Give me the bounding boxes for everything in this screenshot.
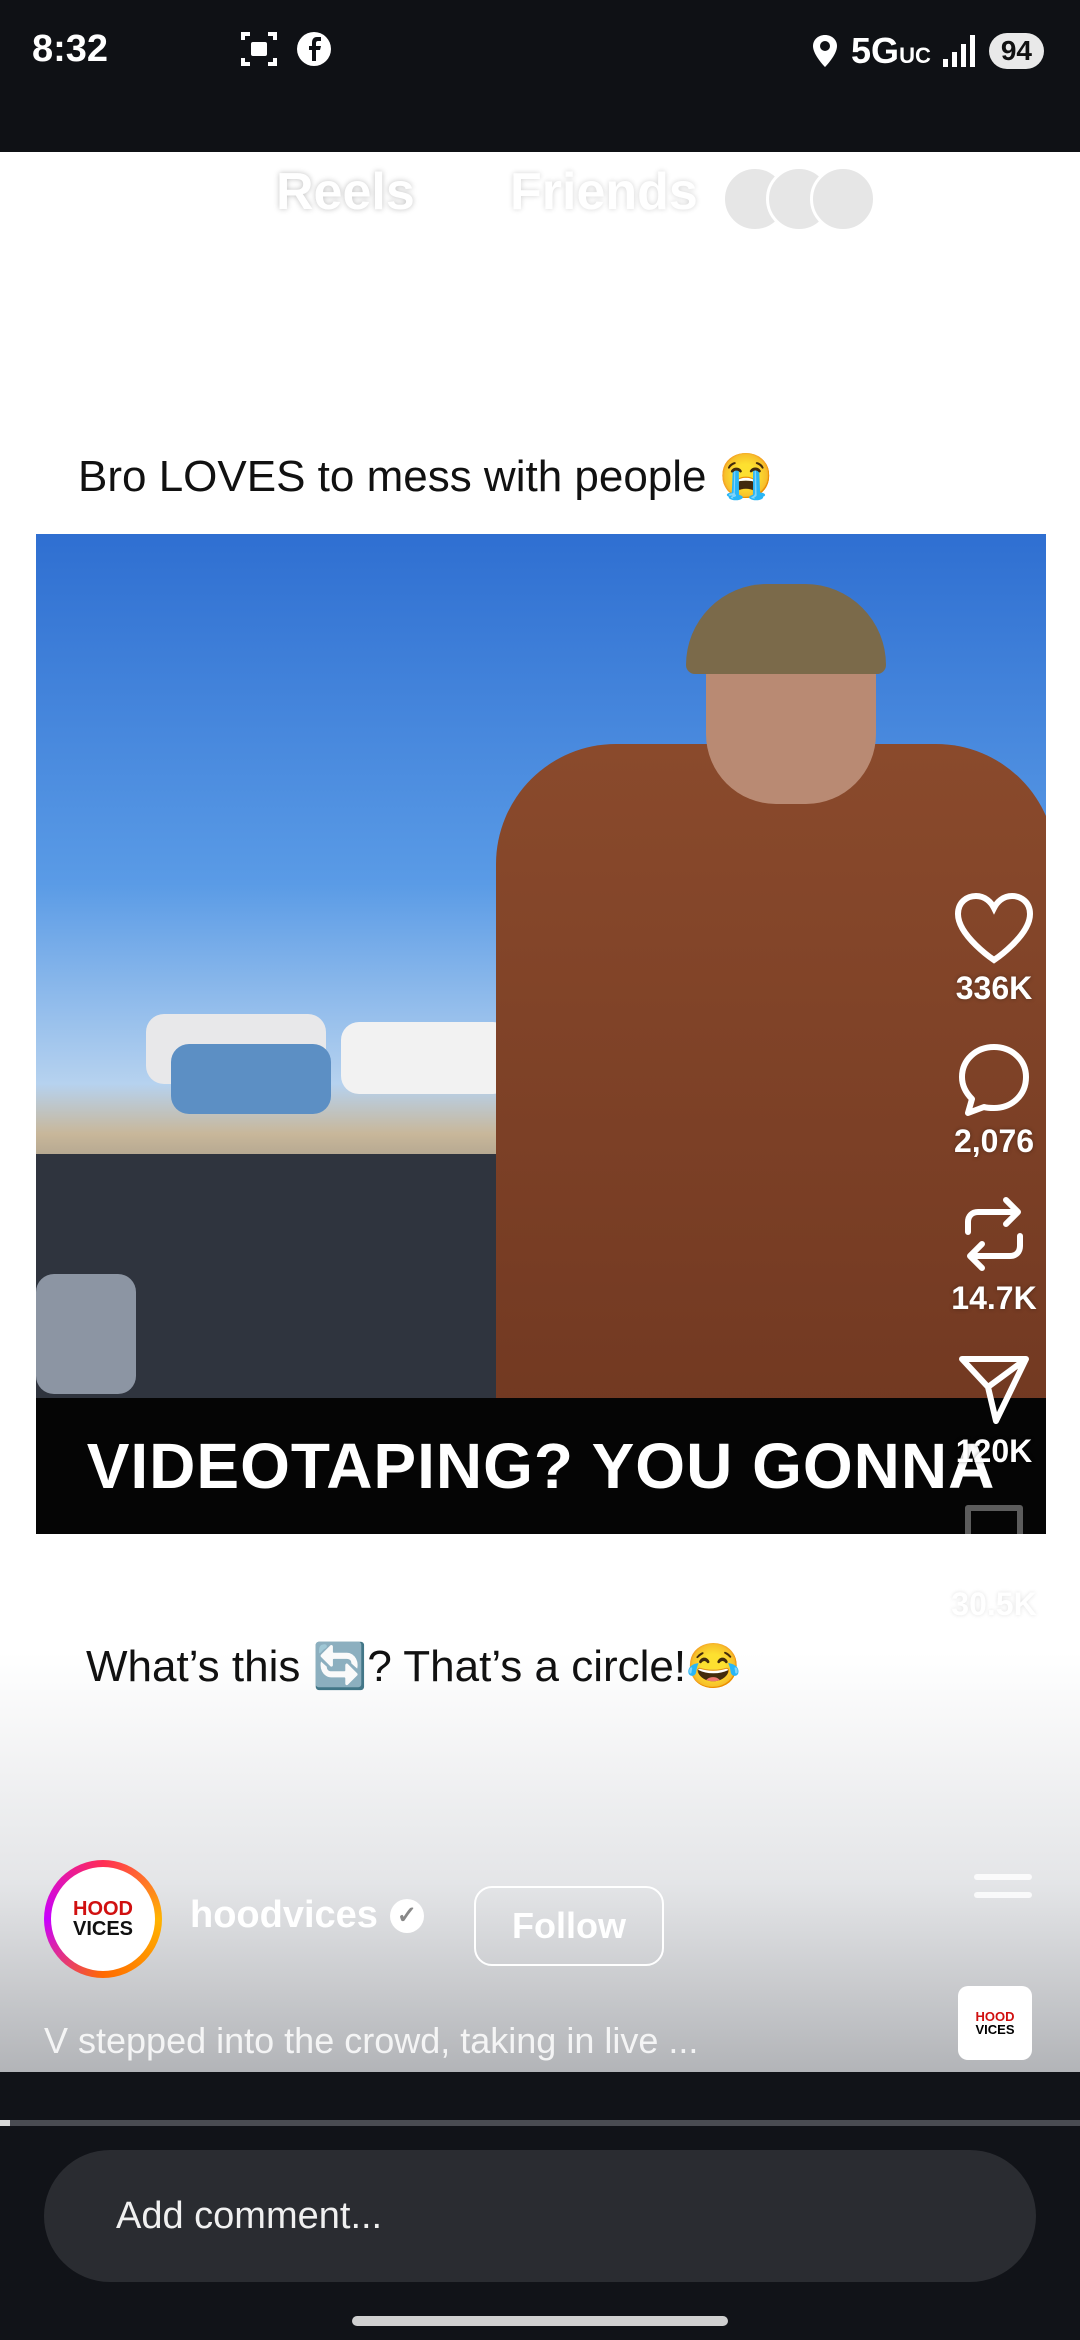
heart-icon [954, 892, 1034, 964]
repost-count: 14.7K [951, 1280, 1037, 1316]
follow-button[interactable]: Follow [474, 1886, 664, 1966]
author-username[interactable]: hoodvices ✓ [190, 1894, 424, 1937]
back-arrow-icon[interactable] [34, 174, 104, 244]
username-text: hoodvices [190, 1894, 378, 1936]
post-caption-top: Bro LOVES to mess with people 😭 [78, 452, 774, 501]
repost-icon [964, 1197, 1023, 1271]
comment-bar [0, 2126, 1080, 2340]
avatar-logo: HOOD VICES [51, 1867, 155, 1971]
audio-thumbnail[interactable]: HOOD VICES [958, 1986, 1032, 2060]
avatar-text-top: HOOD [73, 1898, 133, 1920]
facebook-icon [297, 32, 331, 66]
tab-reels[interactable]: Reels [276, 162, 415, 222]
verified-badge-icon: ✓ [389, 1898, 424, 1933]
author-row: HOOD VICES hoodvices ✓ Follow [44, 1860, 1044, 2000]
video-car [36, 1274, 136, 1394]
comment-bubble-icon [958, 1044, 1029, 1116]
location-icon [813, 35, 838, 67]
status-left-icons [240, 30, 332, 68]
status-bar: 8:32 5GUC 94 [0, 0, 1080, 152]
reel-viewer[interactable]: Reels Friends Bro LOVES to mess with peo… [0, 152, 1080, 2072]
top-navigation: Reels Friends [0, 152, 1080, 272]
avatar-text-bottom: VICES [72, 1918, 134, 1940]
network-type: 5GUC [851, 30, 931, 71]
clock: 8:32 [32, 28, 109, 70]
save-button[interactable]: 30.5K [951, 1504, 1037, 1623]
post-description[interactable]: V stepped into the crowd, taking in live… [44, 2020, 698, 2062]
friend-avatar [810, 166, 876, 232]
avatar[interactable]: HOOD VICES [44, 1860, 162, 1978]
send-icon [959, 1356, 1029, 1424]
status-right-icons: 5GUC 94 [811, 30, 1044, 72]
video-frame[interactable]: VIDEOTAPING? YOU GONNA [36, 534, 1046, 1534]
repost-button[interactable]: 14.7K [951, 1194, 1037, 1317]
audio-thumb-text-bottom: VICES [975, 2022, 1015, 2037]
comment-button[interactable]: 2,076 [954, 1041, 1034, 1160]
comment-input[interactable] [114, 2193, 918, 2239]
video-subtitle: VIDEOTAPING? YOU GONNA [36, 1398, 1046, 1534]
share-count: 120K [955, 1433, 1033, 1469]
friends-avatars[interactable] [722, 166, 876, 232]
screen-record-icon [241, 32, 277, 66]
like-button[interactable]: 336K [954, 892, 1034, 1007]
tab-friends[interactable]: Friends [510, 162, 698, 222]
battery-indicator: 94 [988, 33, 1044, 69]
video-car [171, 1044, 331, 1114]
comment-box[interactable] [44, 2150, 1036, 2282]
signal-icon [942, 35, 975, 67]
like-count: 336K [955, 970, 1033, 1006]
more-options-icon[interactable] [974, 1874, 1032, 1910]
post-caption-bottom: What’s this 🔄? That’s a circle!😂 [86, 1642, 741, 1691]
save-count: 30.5K [951, 1586, 1037, 1622]
share-button[interactable]: 120K [955, 1351, 1033, 1470]
home-indicator[interactable] [352, 2316, 728, 2326]
video-car [341, 1022, 511, 1094]
comment-count: 2,076 [953, 1123, 1035, 1159]
bookmark-icon [964, 1505, 1023, 1577]
action-rail: 336K 2,076 14.7K 120K 30.5K [934, 892, 1054, 1657]
